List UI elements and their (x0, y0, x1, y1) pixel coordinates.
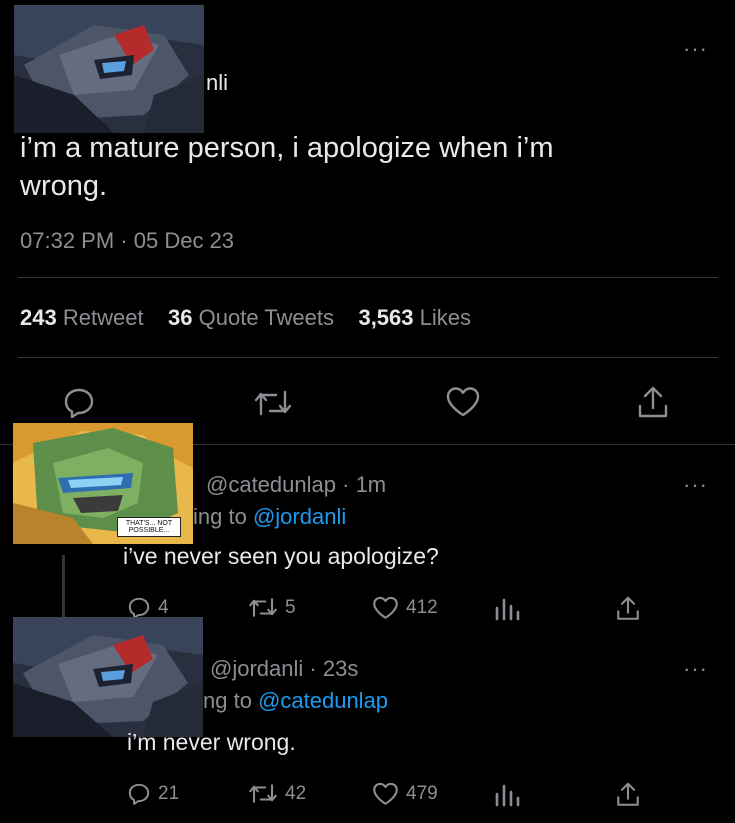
reply-icon[interactable] (62, 386, 96, 420)
reply1-replying-to: ing to @jordanli (193, 504, 346, 530)
comic-caption: THAT'S... NOT POSSIBLE... (117, 517, 181, 537)
share-icon[interactable] (616, 596, 640, 622)
analytics-icon[interactable] (494, 783, 520, 807)
replying-label: ing to (193, 504, 247, 529)
reply-icon (127, 782, 151, 806)
quote-count: 36 (168, 305, 193, 330)
replying-label: ng to (203, 688, 252, 713)
tweet-text-line2: wrong. (20, 170, 108, 202)
reply2-retweet-count: 42 (285, 782, 307, 804)
reply2-replying-to: ng to @catedunlap (203, 688, 388, 714)
separator: · (309, 656, 317, 681)
reply2-reply-action[interactable]: 21 (127, 782, 179, 806)
replying-target-link[interactable]: @catedunlap (258, 688, 388, 713)
author-handle-fragment[interactable]: nli (206, 70, 228, 96)
reply1-like-count: 412 (406, 597, 438, 618)
separator: · (120, 228, 128, 253)
retweet-icon (248, 596, 278, 619)
quote-label: Quote Tweets (198, 305, 334, 330)
reply2-retweet-action[interactable]: 42 (248, 782, 306, 805)
like-icon (372, 596, 399, 620)
tweet-date: 05 Dec 23 (133, 228, 235, 253)
reply2-reply-count: 21 (158, 783, 180, 804)
reply1-handle[interactable]: @catedunlap (206, 472, 336, 497)
reply2-like-action[interactable]: 479 (372, 782, 438, 806)
reply2-handle[interactable]: @jordanli (210, 656, 303, 681)
reply1-reply-count: 4 (158, 597, 169, 618)
tweet-timestamp[interactable]: 07:32 PM · 05 Dec 23 (20, 228, 234, 254)
tweet-text-line1: i’m a mature person, i apologize when i’… (20, 132, 554, 164)
reply2-more-icon[interactable]: ··· (683, 658, 708, 680)
likes-count: 3,563 (358, 305, 414, 330)
reply1-like-action[interactable]: 412 (372, 596, 438, 620)
reply2-avatar-image[interactable] (13, 617, 203, 737)
like-icon[interactable] (445, 386, 481, 418)
likes-label: Likes (419, 305, 471, 330)
main-avatar-image[interactable] (14, 5, 204, 133)
thread-line (62, 555, 65, 617)
reply1-avatar-image[interactable]: THAT'S... NOT POSSIBLE... (13, 423, 193, 544)
retweet-count: 243 (20, 305, 57, 330)
reply2-age: 23s (322, 656, 359, 681)
retweet-icon[interactable] (253, 388, 293, 418)
analytics-icon[interactable] (494, 597, 520, 621)
separator: · (342, 472, 350, 497)
reply1-retweet-action[interactable]: 5 (248, 596, 296, 619)
divider (18, 357, 718, 358)
retweet-stat[interactable]: 243 Retweet (20, 305, 150, 330)
engagement-stats: 243 Retweet 36 Quote Tweets 3,563 Likes (20, 305, 471, 331)
reply1-age: 1m (355, 472, 387, 497)
quote-stat[interactable]: 36 Quote Tweets (168, 305, 340, 330)
share-icon[interactable] (637, 386, 669, 420)
reply1-more-icon[interactable]: ··· (683, 474, 708, 496)
replying-target-link[interactable]: @jordanli (253, 504, 346, 529)
reply1-header[interactable]: @catedunlap · 1m (206, 472, 386, 498)
reply1-retweet-count: 5 (285, 596, 296, 618)
reply2-text: i’m never wrong. (127, 729, 296, 755)
tweet-time: 07:32 PM (20, 228, 115, 253)
reply1-text: i’ve never seen you apologize? (123, 543, 439, 569)
share-icon[interactable] (616, 782, 640, 808)
likes-stat[interactable]: 3,563 Likes (358, 305, 471, 330)
like-icon (372, 782, 399, 806)
divider (18, 277, 718, 278)
reply2-header[interactable]: @jordanli · 23s (210, 656, 358, 682)
retweet-label: Retweet (62, 305, 144, 330)
reply2-like-count: 479 (406, 783, 438, 804)
retweet-icon (248, 782, 278, 805)
more-options-icon[interactable]: ··· (683, 38, 708, 60)
